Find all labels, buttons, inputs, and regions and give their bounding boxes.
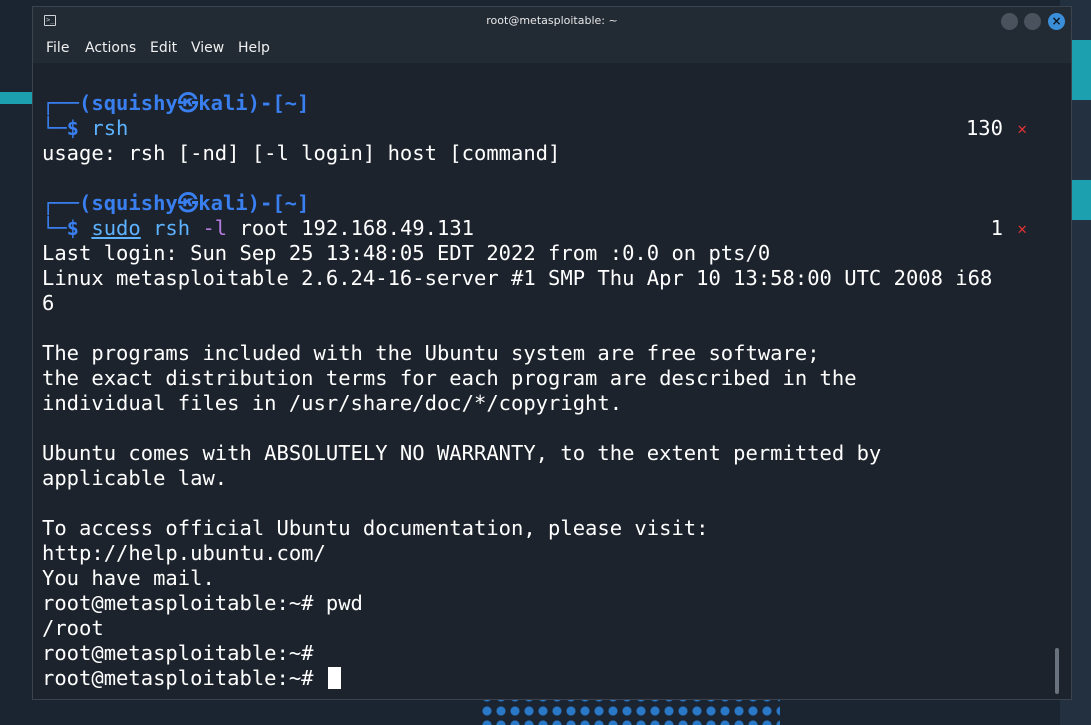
close-icon: × <box>1051 14 1062 28</box>
prompt-header: ┌──(squishy㉿kali)-[~] <box>42 91 310 115</box>
prompt-prefix: └─$ <box>42 116 92 140</box>
command-args: root 192.168.49.131 <box>239 216 475 240</box>
menu-actions[interactable]: Actions <box>85 40 136 56</box>
prompt-header: ┌──(squishy㉿kali)-[~] <box>42 191 310 215</box>
output-line: root@metasploitable:~# <box>42 641 314 665</box>
command-text: rsh <box>91 116 129 140</box>
output-line: Linux metasploitable 2.6.24-16-server #1… <box>42 266 993 290</box>
shell-prompt: root@metasploitable:~# <box>42 666 326 690</box>
terminal-window: >_ root@metasploitable: ~ × File Actions… <box>32 6 1072 700</box>
menu-help[interactable]: Help <box>238 40 270 56</box>
command-text: rsh <box>153 216 191 240</box>
sudo-text: sudo <box>91 216 141 240</box>
output-line: root@metasploitable:~# pwd <box>42 591 363 615</box>
output-line: You have mail. <box>42 566 215 590</box>
wallpaper-band <box>1070 40 1091 100</box>
command-line: └─$ sudo rsh -l root 192.168.49.131 <box>42 216 474 241</box>
error-x-icon: ✕ <box>1017 219 1027 238</box>
title-bar[interactable]: >_ root@metasploitable: ~ × <box>33 7 1071 35</box>
terminal-output[interactable]: ┌──(squishy㉿kali)-[~] └─$ rsh 130 ✕ usag… <box>33 63 1071 699</box>
output-line: Last login: Sun Sep 25 13:48:05 EDT 2022… <box>42 241 771 265</box>
menu-edit[interactable]: Edit <box>150 40 177 56</box>
output-line: The programs included with the Ubuntu sy… <box>42 341 820 365</box>
close-button[interactable]: × <box>1048 13 1065 30</box>
command-line: └─$ rsh <box>42 116 128 141</box>
exit-code: 130 <box>965 116 1003 140</box>
output-line: http://help.ubuntu.com/ <box>42 541 326 565</box>
text-cursor <box>327 667 341 689</box>
window-title: root@metasploitable: ~ <box>486 14 618 27</box>
exit-code: 1 <box>990 216 1003 240</box>
prompt-prefix: └─$ <box>42 216 92 240</box>
output-line: Ubuntu comes with ABSOLUTELY NO WARRANTY… <box>42 441 882 465</box>
output-line: To access official Ubuntu documentation,… <box>42 516 709 540</box>
scrollbar[interactable] <box>1055 648 1059 694</box>
output-line: individual files in /usr/share/doc/*/cop… <box>42 391 623 415</box>
output-line: /root <box>42 616 104 640</box>
output-line: usage: rsh [-nd] [-l login] host [comman… <box>42 141 561 165</box>
menu-view[interactable]: View <box>191 40 224 56</box>
option-flag: -l <box>202 216 228 240</box>
output-line: applicable law. <box>42 466 228 490</box>
output-line: the exact distribution terms for each pr… <box>42 366 857 390</box>
current-prompt-line: root@metasploitable:~# <box>42 666 341 691</box>
menu-file[interactable]: File <box>46 40 69 56</box>
maximize-button[interactable] <box>1024 13 1041 30</box>
output-line: 6 <box>42 291 55 315</box>
wallpaper-band <box>1070 180 1091 220</box>
menu-bar: File Actions Edit View Help <box>33 35 1071 63</box>
minimize-button[interactable] <box>1001 13 1018 30</box>
error-x-icon: ✕ <box>1017 119 1027 138</box>
